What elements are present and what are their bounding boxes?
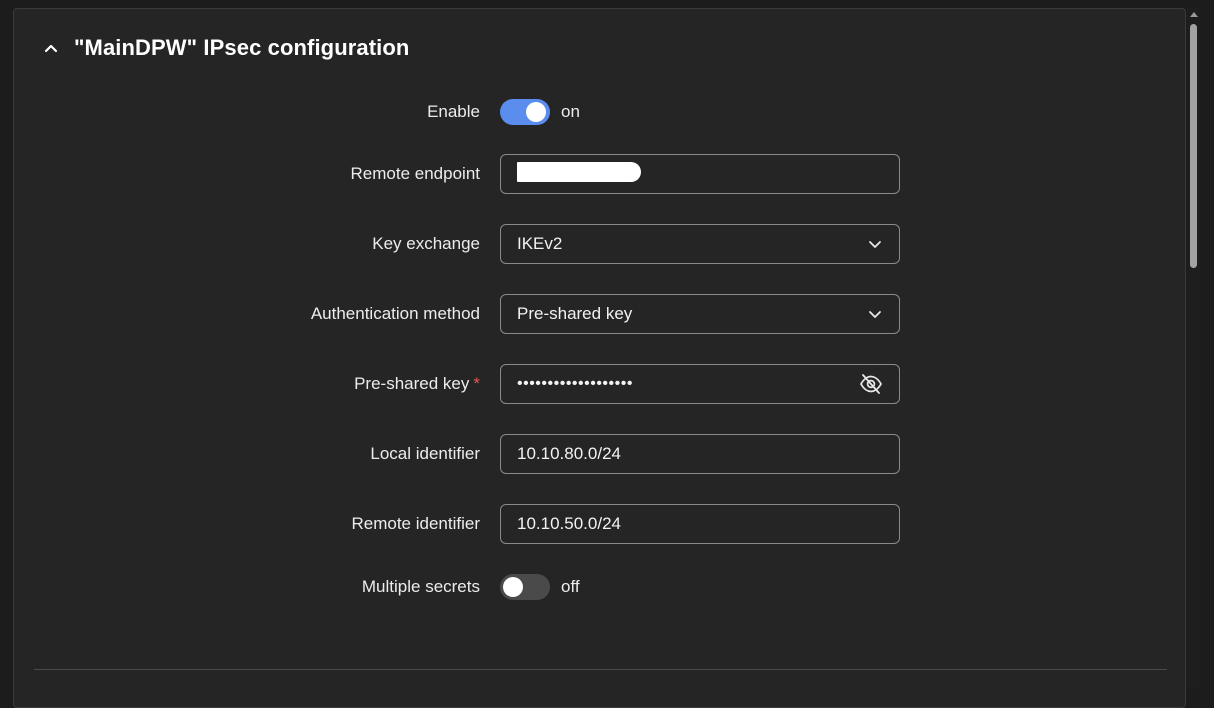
chevron-down-icon (869, 241, 881, 248)
redaction-mark (517, 161, 641, 182)
key-exchange-row: Key exchange IKEv2 (14, 224, 1187, 264)
local-identifier-input[interactable]: 10.10.80.0/24 (500, 434, 900, 474)
required-mark: * (473, 374, 480, 393)
remote-endpoint-label: Remote endpoint (350, 164, 480, 183)
scroll-thumb[interactable] (1190, 24, 1197, 268)
key-exchange-value: IKEv2 (517, 234, 563, 253)
toggle-knob (503, 577, 523, 597)
psk-label-wrap: Pre-shared key * (354, 364, 480, 404)
psk-label: Pre-shared key (354, 374, 470, 393)
psk-row: Pre-shared key * ••••••••••••••••••• (14, 364, 1187, 404)
eye-off-icon[interactable] (859, 373, 883, 395)
psk-value: ••••••••••••••••••• (517, 375, 633, 392)
vertical-scrollbar[interactable] (1187, 8, 1200, 687)
enable-toggle[interactable] (500, 99, 550, 125)
enable-state: on (561, 102, 580, 121)
remote-identifier-input[interactable]: 10.10.50.0/24 (500, 504, 900, 544)
local-identifier-label: Local identifier (370, 444, 480, 463)
multiple-secrets-toggle[interactable] (500, 574, 550, 600)
local-identifier-row: Local identifier 10.10.80.0/24 (14, 434, 1187, 474)
section-header[interactable]: "MainDPW" IPsec configuration (42, 35, 409, 61)
multiple-secrets-row: Multiple secrets off (14, 567, 1187, 607)
remote-endpoint-input[interactable] (500, 154, 900, 194)
chevron-up-icon[interactable] (42, 39, 60, 57)
remote-identifier-value: 10.10.50.0/24 (517, 514, 621, 533)
ipsec-config-panel: "MainDPW" IPsec configuration Enable on … (13, 8, 1186, 708)
local-identifier-value: 10.10.80.0/24 (517, 444, 621, 463)
auth-method-label: Authentication method (310, 304, 480, 323)
psk-input[interactable]: ••••••••••••••••••• (500, 364, 900, 404)
multiple-secrets-toggle-wrap: off (500, 567, 580, 607)
multiple-secrets-state: off (561, 577, 580, 596)
remote-endpoint-row: Remote endpoint (14, 154, 1187, 194)
page-title: "MainDPW" IPsec configuration (74, 35, 410, 60)
toggle-knob (526, 102, 546, 122)
chevron-down-icon (869, 311, 881, 318)
auth-method-value: Pre-shared key (517, 304, 633, 323)
section-divider (34, 669, 1167, 670)
enable-toggle-wrap: on (500, 92, 580, 132)
key-exchange-select[interactable]: IKEv2 (500, 224, 900, 264)
remote-identifier-label: Remote identifier (351, 514, 480, 533)
remote-endpoint-value (517, 161, 883, 187)
auth-method-row: Authentication method Pre-shared key (14, 294, 1187, 334)
enable-label: Enable (427, 102, 480, 121)
multiple-secrets-label: Multiple secrets (361, 577, 480, 596)
enable-row: Enable on (14, 92, 1187, 132)
remote-identifier-row: Remote identifier 10.10.50.0/24 (14, 504, 1187, 544)
auth-method-select[interactable]: Pre-shared key (500, 294, 900, 334)
scroll-up-arrow-icon[interactable] (1190, 12, 1198, 17)
key-exchange-label: Key exchange (372, 234, 480, 253)
